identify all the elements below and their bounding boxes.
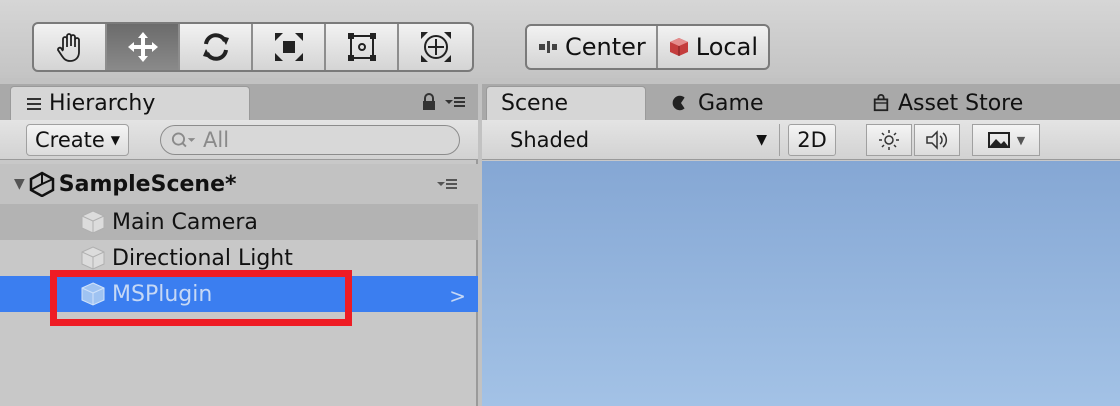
hierarchy-tabbar: Hierarchy [0,84,478,120]
hand-icon [56,33,80,62]
rect-tool-button[interactable] [326,24,399,70]
scene-name: SampleScene* [58,171,237,197]
effects-dropdown[interactable]: ▼ [972,124,1040,156]
annotation-highlight-box [50,270,352,326]
scene-menu-icon[interactable] [436,174,458,200]
pivot-center-label: Center [565,33,646,61]
panel-menu-icon[interactable] [444,92,466,112]
pivot-center-button[interactable]: Center [527,26,658,68]
tab-asset-store-label: Asset Store [898,90,1024,116]
list-icon [23,97,41,110]
main-toolbar: Center Local [0,0,1120,78]
transform-tool-group [32,22,474,72]
move-arrows-icon [127,32,158,62]
transform-icon [420,32,451,62]
scene-viewport[interactable] [482,161,1120,406]
search-placeholder: All [203,128,230,152]
chevron-right-icon[interactable]: > [449,284,466,308]
hierarchy-panel: Hierarchy Create ▼ All ▼ SampleScene* Ma… [0,84,478,406]
hierarchy-search-input[interactable]: All [160,125,460,155]
chevron-down-icon: ▼ [756,132,767,148]
shading-mode-dropdown[interactable]: Shaded ▼ [490,124,780,156]
expand-triangle-icon[interactable]: ▼ [14,176,25,192]
pivot-center-icon [539,41,557,53]
pivot-toggle-group: Center Local [525,24,770,70]
scene-toolbar: Shaded ▼ 2D ▼ [482,120,1120,160]
create-button-label: Create [35,128,105,152]
image-icon [987,132,1010,148]
item-label: Main Camera [112,209,258,235]
tab-asset-store[interactable]: Asset Store [858,86,1023,120]
panel-options [420,92,466,112]
create-button[interactable]: Create ▼ [26,124,130,156]
search-icon [171,132,196,148]
lighting-toggle[interactable] [866,124,912,156]
local-cube-icon [669,38,688,56]
game-controller-icon [672,95,685,111]
move-tool-button[interactable] [107,24,180,70]
scale-icon [274,33,303,61]
lock-icon[interactable] [420,92,438,112]
rect-transform-icon [347,33,376,61]
item-label: Directional Light [112,245,293,271]
hierarchy-item-main-camera[interactable]: Main Camera [0,204,478,240]
sun-icon [879,130,899,150]
shading-mode-value: Shaded [510,128,590,152]
scene-panel: Scene Game Asset Store Shaded ▼ 2D ▼ [482,84,1120,406]
tab-hierarchy[interactable]: Hierarchy [10,86,250,120]
gameobject-cube-icon [81,210,105,234]
space-local-label: Local [695,33,758,61]
audio-toggle[interactable] [914,124,960,156]
space-local-button[interactable]: Local [658,26,768,68]
scene-tabbar: Scene Game Asset Store [482,84,1120,120]
scene-root-row[interactable]: ▼ SampleScene* [0,164,478,204]
scale-tool-button[interactable] [253,24,326,70]
transform-tool-button[interactable] [399,24,472,70]
tab-game[interactable]: Game [658,86,764,120]
chevron-down-icon: ▼ [1016,133,1026,147]
rotate-tool-button[interactable] [180,24,253,70]
gameobject-cube-icon [81,246,105,270]
tab-scene[interactable]: Scene [486,86,646,120]
tab-scene-label: Scene [501,91,569,116]
tab-game-label: Game [698,90,764,116]
mode-2d-toggle[interactable]: 2D [788,124,836,156]
tab-hierarchy-label: Hierarchy [49,91,156,116]
speaker-icon [926,130,948,150]
hand-tool-button[interactable] [34,24,107,70]
chevron-down-icon: ▼ [110,133,121,147]
shopping-bag-icon [873,94,889,112]
unity-scene-icon [29,171,55,197]
mode-2d-label: 2D [797,128,827,152]
rotate-icon [202,33,229,61]
hierarchy-toolbar: Create ▼ All [0,120,478,160]
